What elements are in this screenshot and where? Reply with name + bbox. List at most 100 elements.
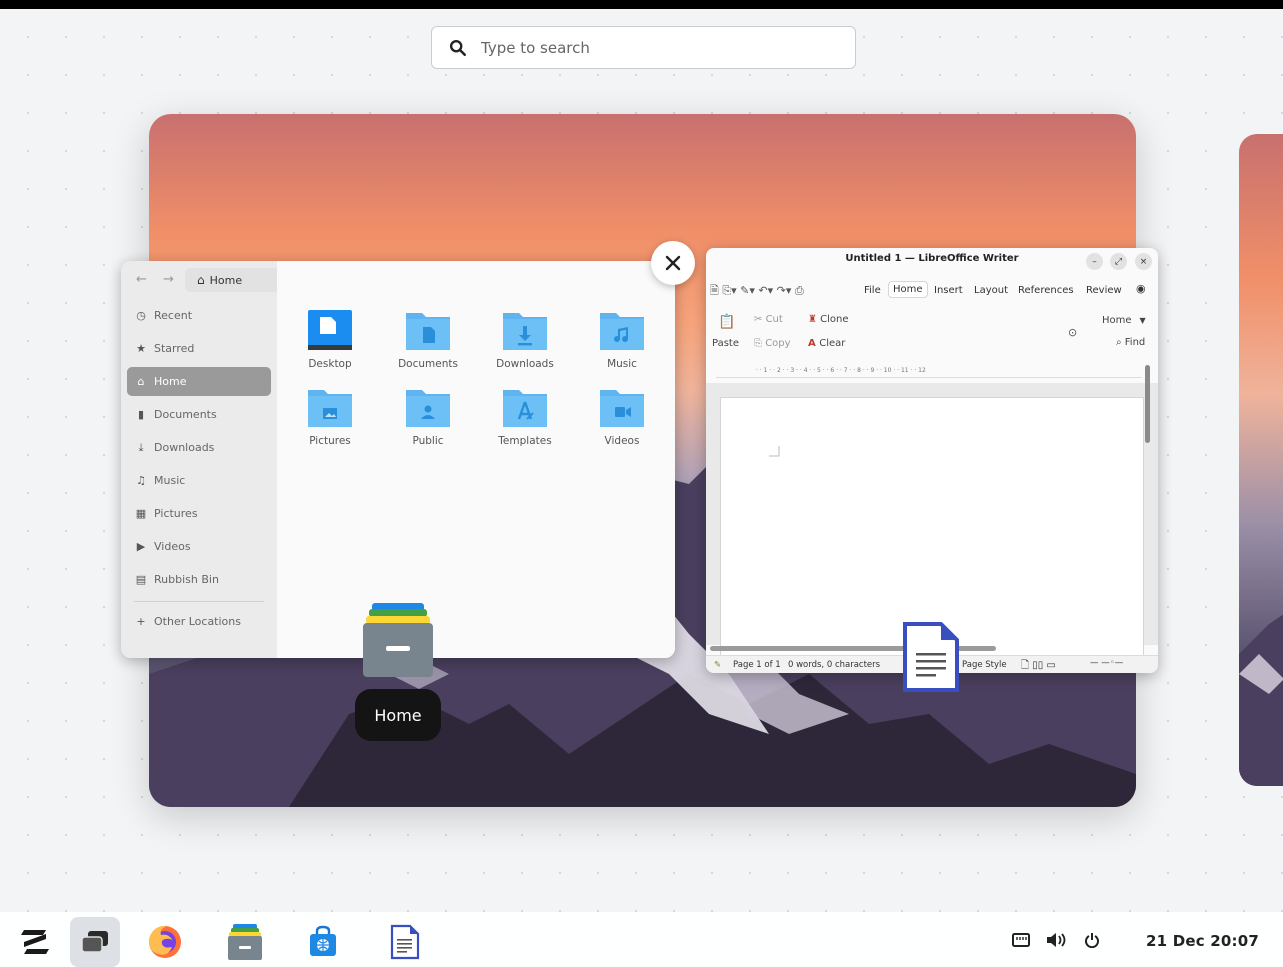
sidebar-item-home[interactable]: ⌂ Home	[127, 367, 271, 396]
desktop-folder-icon	[308, 310, 352, 350]
clear-button[interactable]: A Clear	[808, 338, 845, 349]
more-options-icon[interactable]: ◉	[1136, 282, 1146, 295]
copy-button[interactable]: ⎘ Copy	[754, 338, 791, 349]
page-count: Page 1 of 1	[733, 660, 781, 670]
top-black-strip	[0, 0, 1283, 9]
software-store-button[interactable]	[298, 917, 348, 967]
quick-access-toolbar-icons[interactable]: 🗎 ⎘▾ ✎▾ ↶▾ ↷▾ ⎙	[710, 282, 804, 301]
document-area	[706, 383, 1158, 659]
mountain-landscape	[1239, 614, 1283, 786]
maximize-icon[interactable]: ⤢	[1110, 253, 1127, 270]
volume-icon[interactable]	[1046, 931, 1066, 949]
folder-videos[interactable]: Videos	[577, 386, 667, 456]
cut-button[interactable]: ✂ Cut	[754, 314, 783, 325]
text-boundary-corner	[769, 446, 780, 457]
star-icon: ★	[136, 342, 146, 355]
writer-button[interactable]	[380, 917, 430, 967]
sidebar-item-documents[interactable]: ▮ Documents	[127, 400, 271, 429]
workspaces-button[interactable]	[70, 917, 120, 967]
files-window[interactable]: ← → ◷ Recent ★ Starred ⌂ Home ▮ Documents ⤓ D…	[121, 261, 675, 658]
speaker-icon	[1047, 933, 1066, 947]
plus-icon: +	[136, 615, 146, 628]
trash-icon: ▤	[135, 573, 147, 586]
software-store-icon	[310, 925, 336, 956]
sidebar-item-videos[interactable]: ▶ Videos	[127, 532, 271, 561]
writer-app-icon	[903, 622, 959, 692]
document-page[interactable]	[720, 397, 1144, 659]
tab-layout[interactable]: Layout	[974, 285, 1008, 296]
folder-pictures[interactable]: Pictures	[285, 386, 375, 456]
tab-references[interactable]: References	[1018, 285, 1074, 296]
folder-public[interactable]: Public	[383, 386, 473, 456]
zorin-menu-button[interactable]	[10, 917, 60, 967]
copy-icon: ⎘	[754, 338, 766, 349]
paste-icon[interactable]: 📋	[718, 314, 735, 330]
sidebar-item-downloads[interactable]: ⤓ Downloads	[127, 433, 271, 462]
sidebar-item-pictures[interactable]: ▦ Pictures	[127, 499, 271, 528]
close-icon[interactable]: ×	[1135, 253, 1152, 270]
writer-icon	[390, 924, 420, 960]
close-window-button[interactable]	[651, 241, 695, 285]
vertical-scrollbar[interactable]	[1145, 365, 1150, 443]
firefox-button[interactable]	[140, 917, 190, 967]
folder-templates[interactable]: Templates	[480, 386, 570, 456]
folder-documents[interactable]: Documents	[383, 309, 473, 379]
folder-downloads[interactable]: Downloads	[480, 309, 570, 379]
templates-folder-icon	[503, 390, 547, 427]
view-layout-icons[interactable]: 🗋 ▯▯ ▭	[1021, 658, 1056, 673]
files-app-icon	[363, 603, 433, 677]
firefox-icon	[148, 925, 181, 958]
clear-format-icon: A	[808, 338, 820, 349]
search-bar[interactable]	[431, 26, 856, 69]
clock-icon: ◷	[136, 309, 146, 322]
paste-button[interactable]: Paste	[712, 338, 739, 349]
files-button[interactable]	[220, 917, 270, 967]
clone-button[interactable]: ♜ Clone	[808, 314, 849, 325]
files-main-area: Desktop Documents Downloads Music Pictur…	[277, 261, 675, 658]
network-icon[interactable]	[1011, 931, 1031, 949]
sidebar-item-recent[interactable]: ◷ Recent	[127, 301, 271, 330]
downloads-folder-icon	[503, 313, 547, 350]
sidebar-item-music[interactable]: ♫ Music	[127, 466, 271, 495]
search-input[interactable]	[481, 38, 821, 57]
workspaces-icon	[81, 931, 108, 953]
public-folder-icon	[406, 390, 450, 427]
close-icon	[665, 255, 681, 271]
power-icon[interactable]	[1082, 931, 1102, 949]
chevron-down-icon: ▼	[1139, 316, 1146, 325]
tab-review[interactable]: Review	[1086, 285, 1122, 296]
home-icon: ⌂	[137, 375, 145, 388]
minimize-icon[interactable]: –	[1086, 253, 1103, 270]
collapse-ribbon-icon[interactable]: ⊙	[1068, 326, 1077, 339]
folder-music[interactable]: Music	[577, 309, 667, 379]
word-count: 0 words, 0 characters	[788, 660, 881, 670]
tab-home[interactable]: Home	[888, 281, 928, 298]
folder-desktop[interactable]: Desktop	[285, 309, 375, 379]
back-arrow-icon[interactable]: ←	[136, 272, 147, 287]
writer-window[interactable]: Untitled 1 — LibreOffice Writer – ⤢ × 🗎 …	[706, 248, 1158, 673]
wired-network-icon	[1012, 933, 1030, 947]
sidebar-item-other-locations[interactable]: + Other Locations	[127, 607, 271, 636]
brush-icon: ♜	[808, 314, 821, 325]
clock[interactable]: 21 Dec 20:07	[1146, 932, 1259, 950]
window-title-tooltip: Home	[355, 689, 441, 741]
video-icon: ▶	[136, 540, 146, 553]
ruler: · · 1 · · 2 · · 3 · · 4 · · 5 · · 6 · · …	[716, 367, 1142, 378]
files-icon	[228, 924, 262, 960]
next-workspace-preview[interactable]	[1239, 134, 1283, 786]
zorin-menu-icon	[21, 930, 49, 954]
style-dropdown[interactable]: Home ▼	[1102, 315, 1146, 326]
sidebar-item-rubbish-bin[interactable]: ▤ Rubbish Bin	[127, 565, 271, 594]
find-button[interactable]: ⌕ Find	[1116, 337, 1145, 348]
music-icon: ♫	[136, 474, 146, 487]
zoom-slider[interactable]: — —◦—	[1090, 658, 1123, 668]
tab-file[interactable]: File	[864, 285, 881, 296]
tab-insert[interactable]: Insert	[934, 285, 963, 296]
music-folder-icon	[600, 313, 644, 350]
macro-recording-icon: ✎	[714, 660, 722, 670]
sidebar-item-starred[interactable]: ★ Starred	[127, 334, 271, 363]
search-icon	[449, 39, 467, 56]
pictures-folder-icon	[308, 390, 352, 427]
videos-folder-icon	[600, 390, 644, 427]
forward-arrow-icon[interactable]: →	[163, 272, 174, 287]
